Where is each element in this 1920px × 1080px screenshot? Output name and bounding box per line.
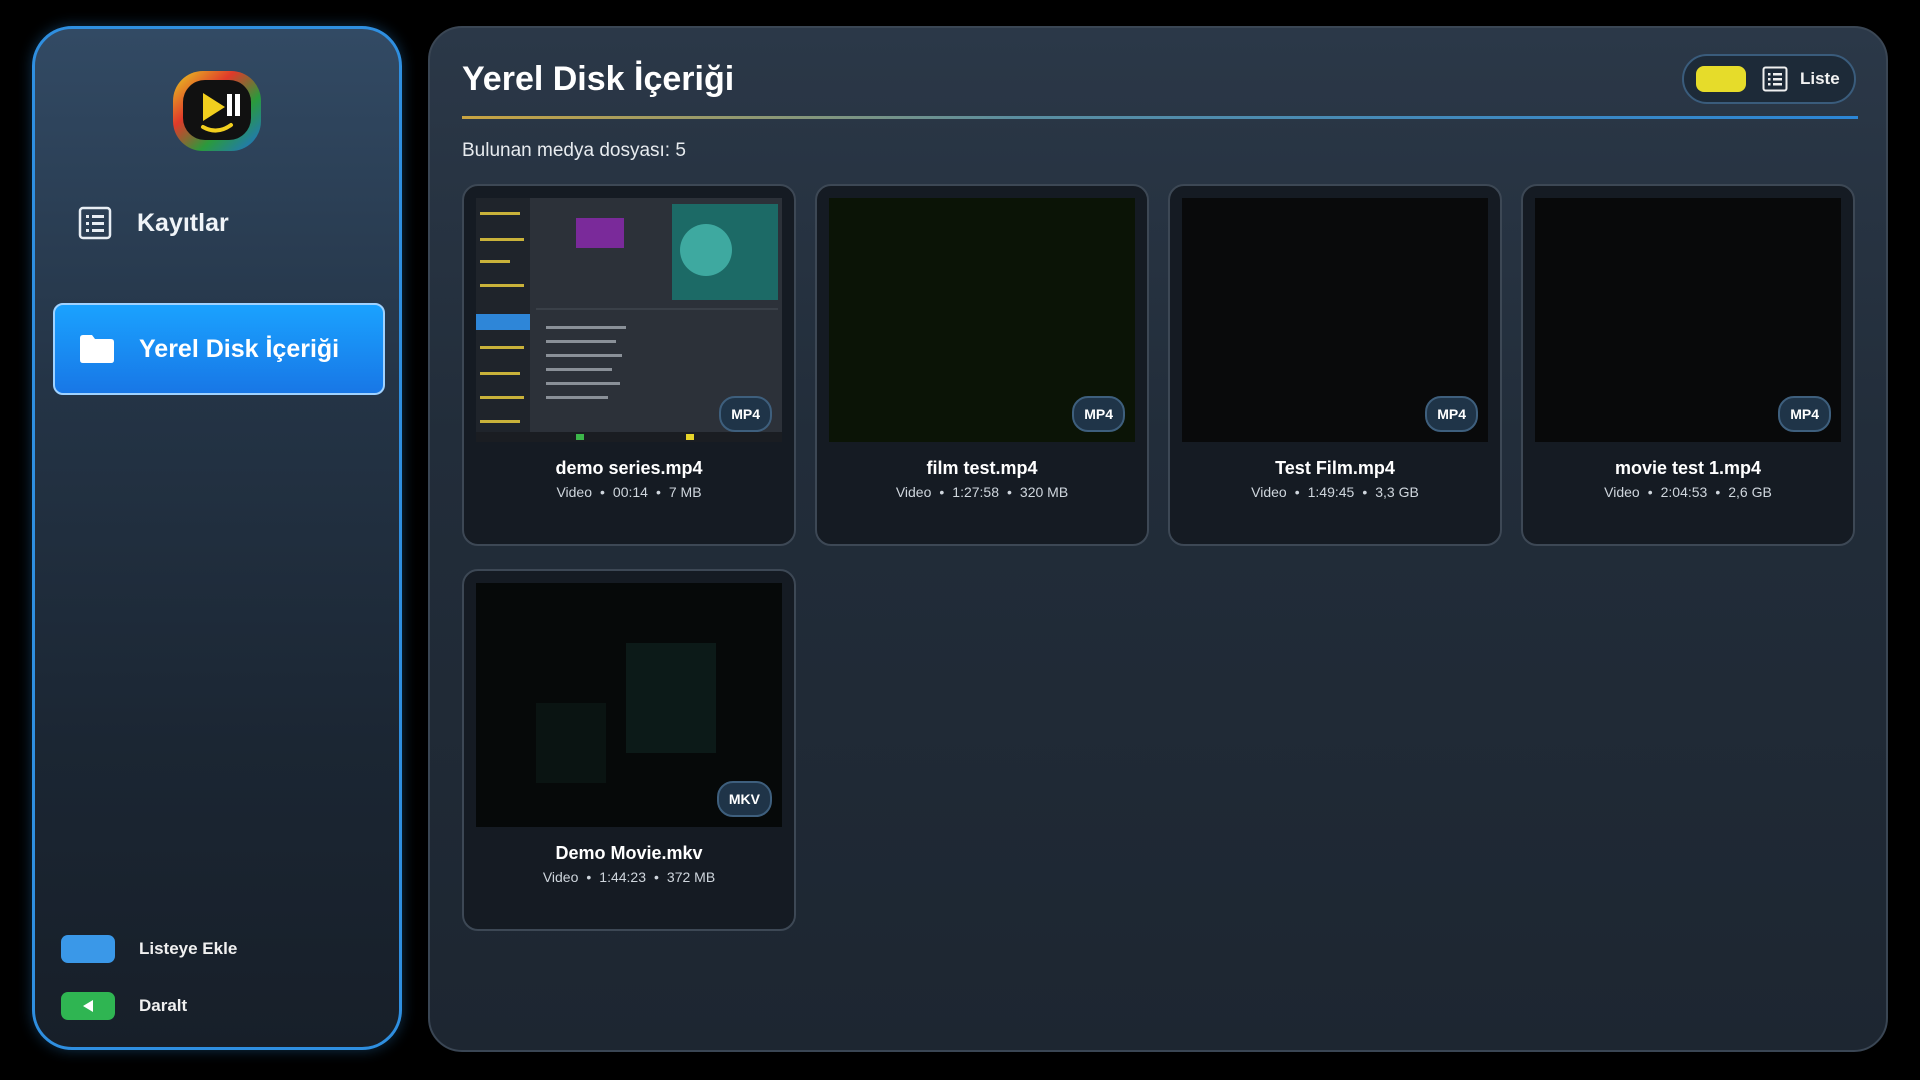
file-meta: Video • 1:44:23 • 372 MB: [542, 869, 716, 885]
media-card[interactable]: MP4 film test.mp4 Video • 1:27:58 • 320 MB: [815, 184, 1149, 546]
file-size: 2,6 GB: [1728, 484, 1772, 500]
file-name: Demo Movie.mkv: [555, 843, 703, 863]
main-panel: Yerel Disk İçeriği Liste Bulunan medya d…: [428, 26, 1888, 1052]
format-badge: MP4: [719, 396, 772, 432]
sidebar-item-local-disk[interactable]: Yerel Disk İçeriği: [53, 303, 385, 395]
page-title: Yerel Disk İçeriği: [462, 60, 735, 98]
video-thumbnail: MP4: [476, 198, 782, 442]
video-thumbnail: MP4: [1535, 198, 1841, 442]
media-card[interactable]: MP4 movie test 1.mp4 Video • 2:04:53 • 2,6 G…: [1521, 184, 1855, 546]
file-duration: 1:44:23: [599, 869, 647, 885]
format-badge: MP4: [1425, 396, 1478, 432]
legend-collapse: Daralt: [61, 992, 187, 1020]
file-duration: 1:27:58: [952, 484, 1000, 500]
file-size: 3,3 GB: [1375, 484, 1419, 500]
file-duration: 00:14: [612, 484, 648, 500]
legend-label: Listeye Ekle: [139, 939, 238, 958]
file-name: film test.mp4: [926, 458, 1038, 478]
media-count-text: Bulunan medya dosyası: 5: [462, 140, 686, 161]
file-type: Video: [542, 869, 579, 885]
legend-add-to-list: Listeye Ekle: [61, 935, 237, 963]
file-name: movie test 1.mp4: [1614, 458, 1762, 478]
file-type: Video: [1604, 484, 1640, 500]
folder-icon: [79, 331, 115, 367]
sidebar-item-label: Yerel Disk İçeriği: [139, 334, 340, 363]
file-size: 320 MB: [1019, 484, 1069, 500]
file-name: demo series.mp4: [555, 458, 703, 478]
file-size: 372 MB: [666, 869, 716, 885]
view-toggle-label: Liste: [1800, 69, 1840, 88]
media-card[interactable]: MKV Demo Movie.mkv Video • 1:44:23 • 372 MB: [462, 569, 796, 931]
file-meta: Video • 00:14 • 7 MB: [556, 484, 702, 500]
format-badge: MP4: [1072, 396, 1125, 432]
green-key-indicator: [61, 992, 115, 1020]
video-thumbnail: MKV: [476, 583, 782, 827]
video-thumbnail: MP4: [829, 198, 1135, 442]
view-toggle-button[interactable]: Liste: [1682, 54, 1856, 104]
legend-label: Daralt: [139, 996, 188, 1015]
file-size: 7 MB: [668, 484, 702, 500]
sidebar-item-label: Kayıtlar: [137, 208, 229, 237]
format-badge: MKV: [716, 781, 772, 817]
media-grid: MP4 demo series.mp4 Video • 00:14 • 7 MB MP4…: [462, 184, 1860, 944]
list-icon: [77, 205, 113, 241]
app-logo-icon: [169, 63, 265, 159]
arrow-left-icon: [83, 1000, 93, 1012]
file-meta: Video • 1:49:45 • 3,3 GB: [1251, 484, 1419, 500]
blue-key-indicator: [61, 935, 115, 963]
media-card[interactable]: MP4 Test Film.mp4 Video • 1:49:45 • 3,3 GB: [1168, 184, 1502, 546]
title-divider: [462, 116, 1858, 119]
file-type: Video: [1251, 484, 1287, 500]
format-badge: MP4: [1778, 396, 1831, 432]
file-meta: Video • 2:04:53 • 2,6 GB: [1604, 484, 1772, 500]
sidebar: Kayıtlar Yerel Disk İçeriği Listeye Ekle…: [32, 26, 402, 1050]
yellow-key-indicator: [1696, 66, 1746, 92]
media-card[interactable]: MP4 demo series.mp4 Video • 00:14 • 7 MB: [462, 184, 796, 546]
file-type: Video: [895, 484, 932, 500]
file-type: Video: [556, 484, 592, 500]
file-name: Test Film.mp4: [1275, 458, 1395, 478]
file-duration: 2:04:53: [1660, 484, 1708, 500]
file-meta: Video • 1:27:58 • 320 MB: [895, 484, 1069, 500]
file-duration: 1:49:45: [1307, 484, 1355, 500]
sidebar-item-records[interactable]: Kayıtlar: [53, 177, 385, 269]
video-thumbnail: MP4: [1182, 198, 1488, 442]
list-view-icon: [1762, 66, 1788, 92]
